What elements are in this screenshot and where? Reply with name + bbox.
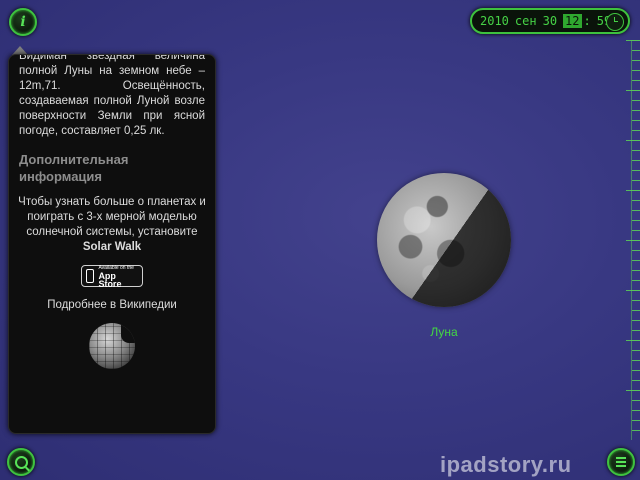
clock-icon[interactable] (606, 13, 624, 31)
promo-block: Чтобы узнать больше о планетах и поиграт… (15, 195, 209, 255)
date-time-selector[interactable]: 2010 сен 30 12 : 59 (470, 8, 630, 34)
search-button[interactable] (7, 448, 35, 476)
year-value[interactable]: 2010 (480, 14, 509, 28)
list-icon (616, 457, 626, 467)
moon-object[interactable] (377, 173, 511, 307)
list-button[interactable] (607, 448, 635, 476)
zoom-ruler-major-ticks (614, 40, 640, 440)
search-icon (14, 455, 28, 469)
app-store-button[interactable]: Available on the App Store (81, 265, 143, 289)
day-value[interactable]: 30 (543, 14, 557, 28)
info-panel: Видиман звездная величина полной Луны на… (8, 54, 216, 434)
hour-value[interactable]: 12 (563, 14, 582, 28)
phone-icon (86, 269, 95, 283)
month-value[interactable]: сен (515, 14, 537, 28)
info-button[interactable]: i (9, 8, 37, 36)
time-separator: : (583, 14, 591, 28)
section-title: Дополнительная информация (19, 152, 129, 184)
moon-label[interactable]: Луна (420, 325, 468, 339)
wikipedia-globe-icon[interactable] (89, 323, 135, 369)
promo-app-name: Solar Walk (82, 241, 142, 253)
wikipedia-link[interactable]: Подробнее в Википедии (9, 299, 215, 311)
promo-text: Чтобы узнать больше о планетах и поиграт… (18, 196, 206, 238)
watermark: ipadstory.ru (440, 452, 572, 477)
info-icon: i (20, 14, 26, 30)
moon-phase-shadow (377, 173, 511, 307)
moon-description: Видиман звездная величина полной Луны на… (19, 54, 205, 137)
appstore-label: App Store (98, 271, 122, 289)
